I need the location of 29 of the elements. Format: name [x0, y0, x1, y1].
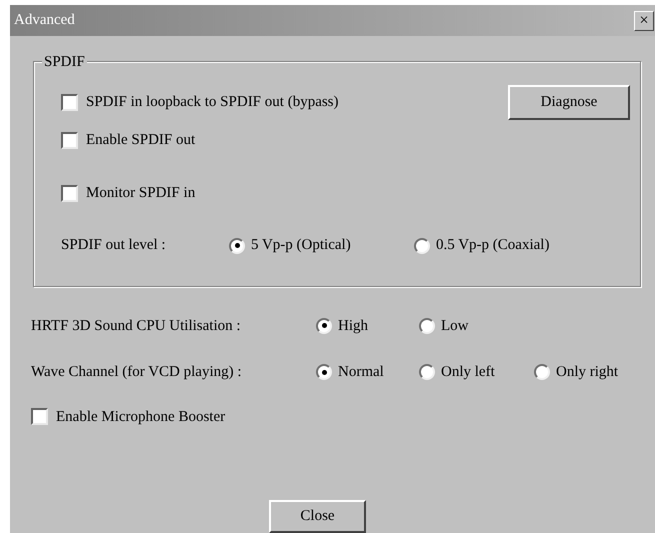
checkbox-label: SPDIF in loopback to SPDIF out (bypass) — [86, 93, 339, 112]
diagnose-button[interactable]: Diagnose — [508, 84, 630, 120]
close-button[interactable]: × — [634, 10, 654, 31]
radio-button[interactable] — [419, 364, 435, 380]
radio-button[interactable] — [316, 364, 332, 380]
radio-label: Low — [441, 316, 468, 336]
radio-label: Normal — [338, 363, 384, 382]
checkbox[interactable] — [31, 408, 48, 426]
radio-button[interactable] — [414, 238, 430, 254]
radio-button[interactable] — [229, 238, 245, 254]
radio-label: High — [338, 316, 368, 336]
checkbox[interactable] — [61, 132, 78, 150]
radio-button[interactable] — [316, 318, 332, 334]
radio-label: Only left — [441, 363, 495, 382]
radio-label: 0.5 Vp-p (Coaxial) — [436, 236, 550, 256]
checkbox-label: Enable SPDIF out — [86, 131, 196, 150]
field-label: HRTF 3D Sound CPU Utilisation : — [31, 316, 242, 336]
checkbox-label: Enable Microphone Booster — [56, 408, 226, 426]
checkbox[interactable] — [61, 184, 78, 202]
window-title: Advanced — [14, 11, 75, 30]
checkbox[interactable] — [61, 94, 78, 111]
field-label: SPDIF out level : — [61, 236, 167, 256]
radio-button[interactable] — [534, 364, 550, 380]
radio-label: Only right — [556, 363, 618, 382]
radio-button[interactable] — [419, 318, 435, 334]
checkbox-label: Monitor SPDIF in — [86, 184, 196, 203]
radio-label: 5 Vp-p (Optical) — [251, 236, 351, 256]
close-dialog-button[interactable]: Close — [269, 500, 366, 533]
field-label: Wave Channel (for VCD playing) : — [31, 363, 243, 382]
